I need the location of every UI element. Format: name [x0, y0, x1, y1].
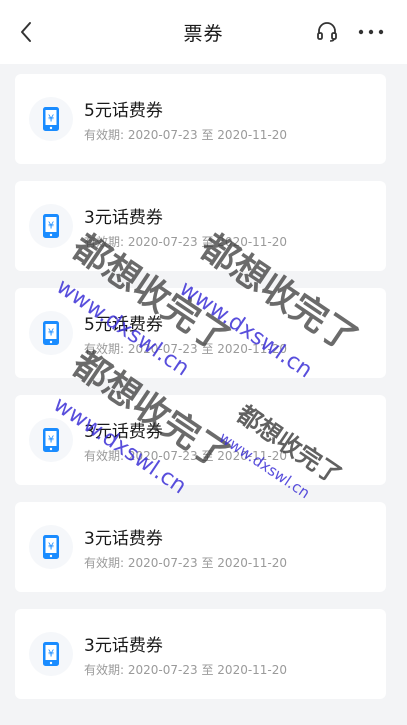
- ticket-card[interactable]: ¥ 5元话费券 有效期: 2020-07-23 至 2020-11-20: [15, 74, 386, 164]
- top-bar: 票券: [0, 0, 407, 64]
- ticket-name: 3元话费券: [84, 636, 163, 656]
- phone-coupon-icon: ¥: [29, 311, 73, 355]
- ticket-name: 3元话费券: [84, 422, 163, 442]
- more-horizontal-icon: [358, 29, 384, 35]
- ticket-validity: 有效期: 2020-07-23 至 2020-11-20: [84, 556, 288, 570]
- ticket-name: 5元话费券: [84, 315, 163, 335]
- ticket-card[interactable]: ¥ 3元话费券 有效期: 2020-07-23 至 2020-11-20: [15, 395, 386, 485]
- phone-coupon-icon: ¥: [29, 204, 73, 248]
- more-button[interactable]: [353, 16, 389, 48]
- phone-coupon-icon: ¥: [29, 632, 73, 676]
- ticket-validity: 有效期: 2020-07-23 至 2020-11-20: [84, 342, 288, 356]
- headset-icon: [317, 22, 337, 42]
- back-button[interactable]: [10, 16, 42, 48]
- svg-text:¥: ¥: [48, 649, 54, 660]
- svg-text:¥: ¥: [48, 435, 54, 446]
- ticket-card[interactable]: ¥ 3元话费券 有效期: 2020-07-23 至 2020-11-20: [15, 609, 386, 699]
- svg-text:¥: ¥: [48, 114, 54, 125]
- page-title: 票券: [183, 22, 224, 45]
- ticket-name: 3元话费券: [84, 208, 163, 228]
- ticket-card[interactable]: ¥ 3元话费券 有效期: 2020-07-23 至 2020-11-20: [15, 181, 386, 271]
- phone-coupon-icon: ¥: [29, 418, 73, 462]
- ticket-card[interactable]: ¥ 3元话费券 有效期: 2020-07-23 至 2020-11-20: [15, 502, 386, 592]
- ticket-card[interactable]: ¥ 5元话费券 有效期: 2020-07-23 至 2020-11-20: [15, 288, 386, 378]
- ticket-validity: 有效期: 2020-07-23 至 2020-11-20: [84, 235, 288, 249]
- ticket-validity: 有效期: 2020-07-23 至 2020-11-20: [84, 449, 288, 463]
- ticket-name: 3元话费券: [84, 529, 163, 549]
- phone-coupon-icon: ¥: [29, 525, 73, 569]
- ticket-validity: 有效期: 2020-07-23 至 2020-11-20: [84, 128, 288, 142]
- phone-coupon-icon: ¥: [29, 97, 73, 141]
- svg-text:¥: ¥: [48, 328, 54, 339]
- chevron-left-icon: [21, 22, 31, 42]
- svg-text:¥: ¥: [48, 221, 54, 232]
- ticket-name: 5元话费券: [84, 101, 163, 121]
- ticket-validity: 有效期: 2020-07-23 至 2020-11-20: [84, 663, 288, 677]
- svg-text:¥: ¥: [48, 542, 54, 553]
- customer-service-button[interactable]: [311, 16, 343, 48]
